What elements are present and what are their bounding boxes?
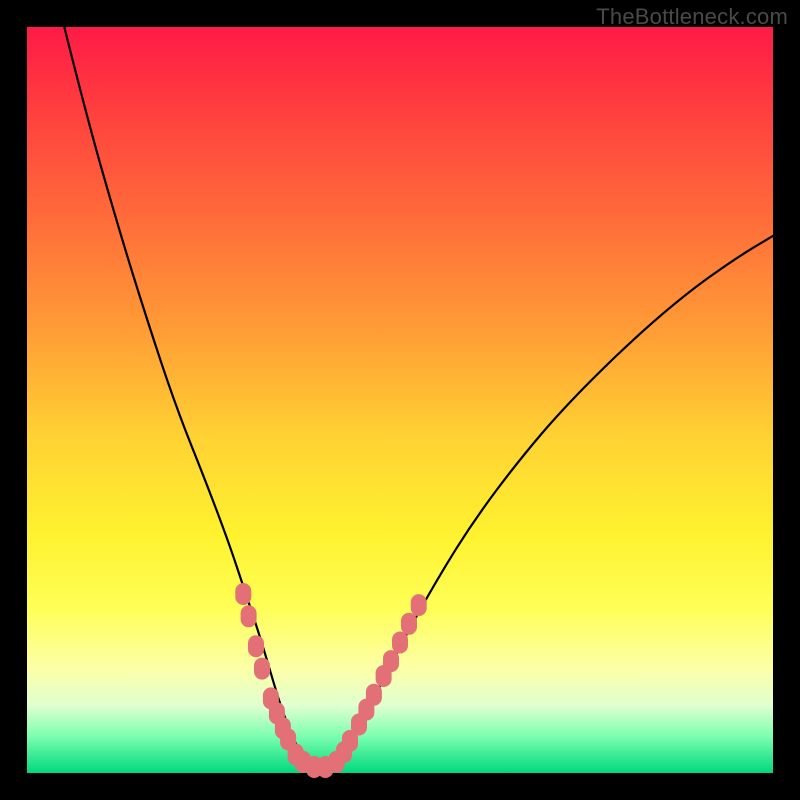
marker-dot (248, 635, 264, 657)
marker-dot (235, 583, 251, 605)
marker-dot (392, 632, 408, 654)
marker-dot (411, 594, 427, 616)
highlight-dots (235, 583, 426, 778)
marker-dot (366, 684, 382, 706)
marker-dot (401, 613, 417, 635)
chart-frame: TheBottleneck.com (0, 0, 800, 800)
chart-overlay (27, 27, 773, 773)
bottleneck-curve (64, 27, 773, 769)
marker-dot (383, 650, 399, 672)
marker-dot (241, 605, 257, 627)
marker-dot (254, 658, 270, 680)
